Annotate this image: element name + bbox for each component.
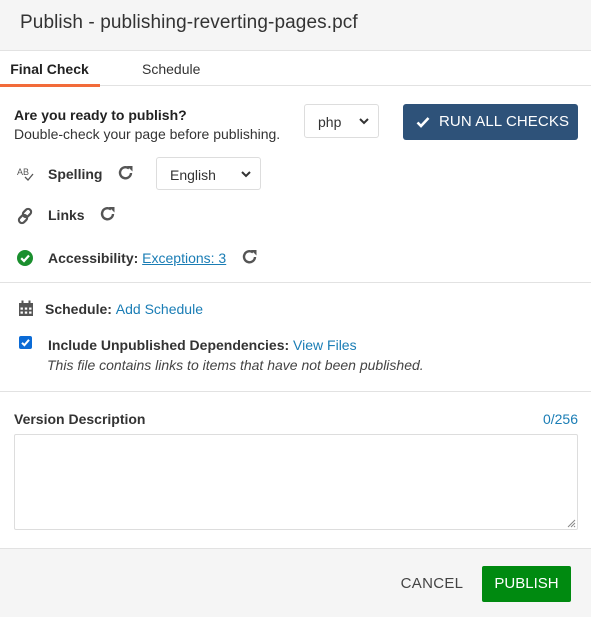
- dependencies-note: This file contains links to items that h…: [47, 357, 424, 373]
- divider: [0, 282, 591, 283]
- ready-subtitle: Double-check your page before publishing…: [14, 126, 281, 142]
- refresh-accessibility-icon[interactable]: [241, 248, 259, 266]
- dialog-header: Publish - publishing-reverting-pages.pcf: [0, 0, 591, 51]
- refresh-links-icon[interactable]: [99, 205, 117, 223]
- divider: [0, 391, 591, 392]
- ready-heading: Are you ready to publish?: [14, 107, 187, 123]
- chevron-down-icon: [241, 171, 251, 178]
- version-description-input[interactable]: [14, 434, 578, 530]
- spelling-label: Spelling: [48, 166, 103, 182]
- tab-schedule[interactable]: Schedule: [142, 51, 200, 86]
- format-select[interactable]: php: [304, 104, 379, 138]
- dependencies-row: Include Unpublished Dependencies: View F…: [48, 337, 357, 353]
- accessibility-row: Accessibility: Exceptions: 3: [48, 250, 226, 266]
- accessibility-label: Accessibility:: [48, 250, 139, 266]
- check-circle-icon: [17, 250, 33, 266]
- checkbox-check-icon: [21, 339, 30, 347]
- calendar-icon: [19, 300, 33, 316]
- dependencies-label: Include Unpublished Dependencies:: [48, 337, 290, 353]
- run-all-checks-button[interactable]: RUN ALL CHECKS: [403, 104, 578, 140]
- tab-bar: Final Check Schedule: [0, 51, 591, 87]
- spellcheck-icon: AB: [17, 167, 34, 181]
- dialog-footer: CANCEL PUBLISH: [0, 548, 591, 617]
- tab-final-check[interactable]: Final Check: [0, 51, 113, 87]
- refresh-spelling-icon[interactable]: [117, 164, 135, 182]
- version-description-label: Version Description: [14, 411, 146, 427]
- resize-grip-icon[interactable]: [566, 518, 576, 528]
- svg-text:AB: AB: [17, 167, 29, 177]
- version-description-counter: 0/256: [542, 411, 578, 427]
- dialog-title: Publish - publishing-reverting-pages.pcf: [20, 12, 358, 33]
- checkmark-icon: [416, 117, 430, 128]
- exceptions-link[interactable]: Exceptions: 3: [142, 250, 226, 266]
- cancel-button[interactable]: CANCEL: [392, 566, 472, 602]
- chevron-down-icon: [359, 118, 369, 125]
- publish-button[interactable]: PUBLISH: [482, 566, 571, 602]
- language-select-value: English: [170, 167, 216, 183]
- include-dependencies-checkbox[interactable]: [19, 336, 32, 349]
- run-all-checks-label: RUN ALL CHECKS: [439, 113, 570, 130]
- links-label: Links: [48, 207, 85, 223]
- language-select[interactable]: English: [156, 157, 261, 190]
- view-files-link[interactable]: View Files: [293, 337, 357, 353]
- link-icon: [17, 207, 33, 225]
- add-schedule-link[interactable]: Add Schedule: [116, 301, 203, 317]
- schedule-row: Schedule: Add Schedule: [45, 301, 203, 317]
- schedule-label: Schedule:: [45, 301, 112, 317]
- format-select-value: php: [318, 114, 342, 130]
